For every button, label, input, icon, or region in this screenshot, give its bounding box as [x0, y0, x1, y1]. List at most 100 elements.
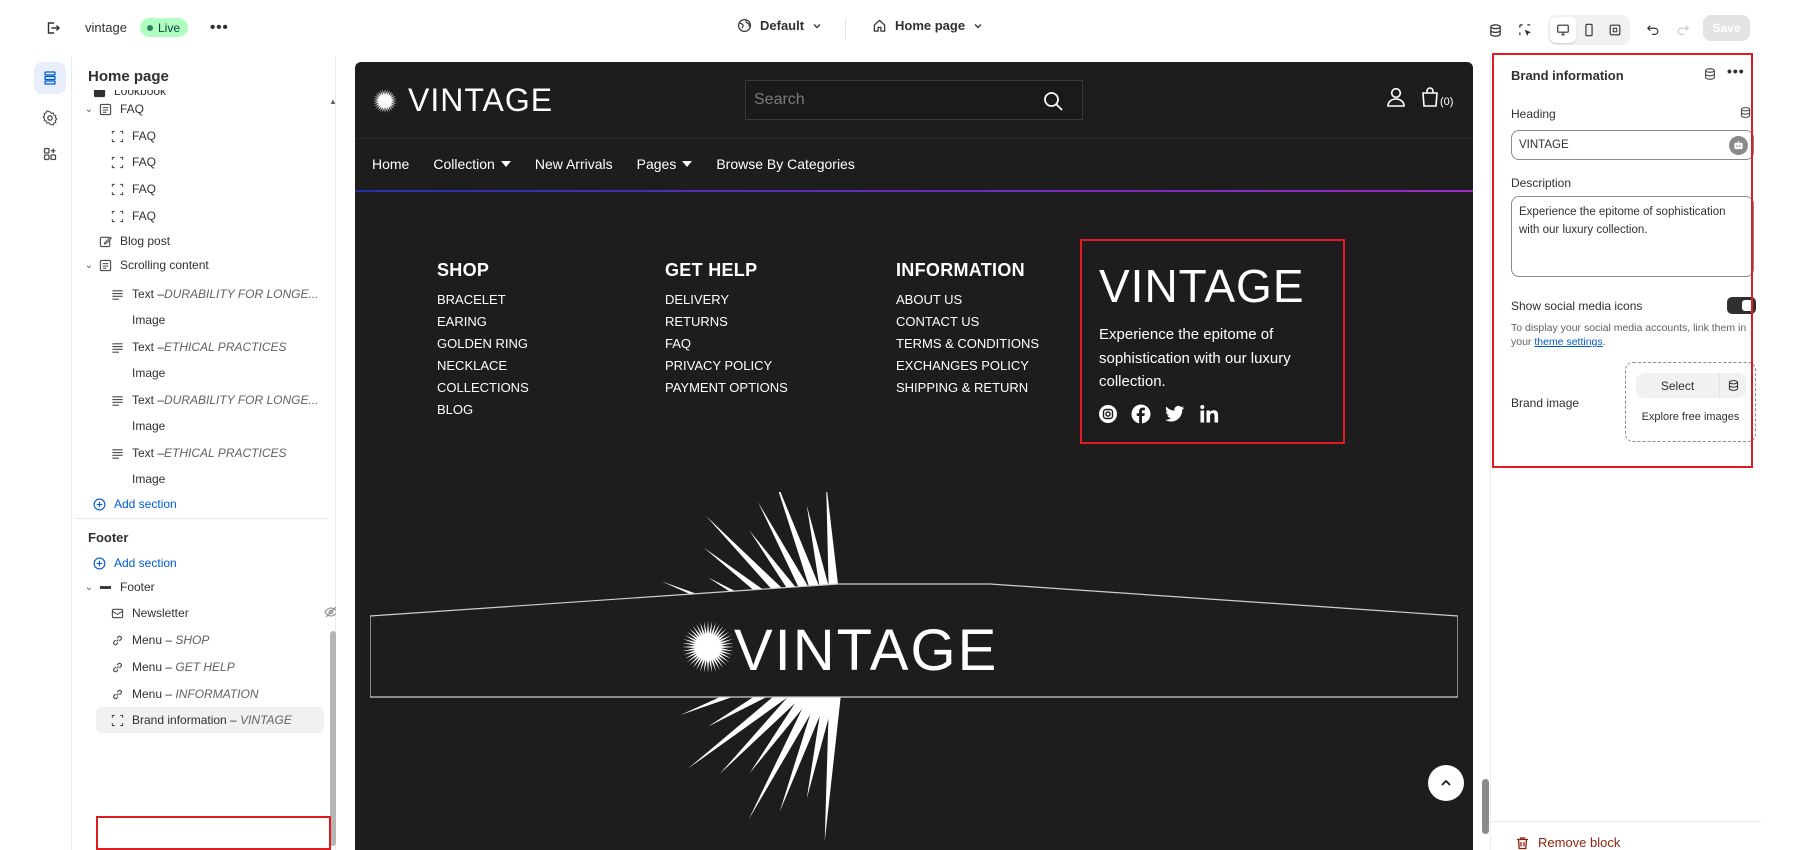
inspector-icon[interactable]: [1512, 17, 1538, 43]
footer-link[interactable]: EARING: [437, 311, 529, 333]
caret-down-icon: [500, 161, 511, 167]
tree-item-menu-information[interactable]: Menu – INFORMATION: [108, 681, 336, 707]
tree-item-image[interactable]: Image: [132, 360, 336, 386]
footer-link[interactable]: BRACELET: [437, 289, 529, 311]
theme-selector[interactable]: Default: [737, 18, 822, 33]
tree-item-label: FAQ: [132, 182, 157, 196]
link-icon: [108, 660, 126, 674]
footer-link[interactable]: ABOUT US: [896, 289, 1039, 311]
undo-icon[interactable]: [1640, 17, 1666, 43]
divider: [845, 18, 846, 40]
footer-link[interactable]: CONTACT US: [896, 311, 1039, 333]
left-rail: [30, 56, 72, 850]
nav-home[interactable]: Home: [372, 156, 409, 172]
page-label: Home page: [895, 18, 966, 33]
tree-item-label: Newsletter: [132, 606, 189, 620]
search-placeholder: Search: [754, 91, 805, 108]
chevron-down-icon[interactable]: ⌄: [82, 260, 96, 271]
store-name[interactable]: vintage: [85, 20, 127, 35]
tree-item-text-block[interactable]: Text – ETHICAL PRACTICES: [108, 334, 336, 360]
sections-icon[interactable]: [34, 62, 66, 94]
tree-item-image[interactable]: Image: [132, 466, 336, 492]
sidebar-scrollbar[interactable]: [330, 631, 336, 846]
tree-item-text-block[interactable]: Text – DURABILITY FOR LONGE...: [108, 281, 336, 307]
footer-link[interactable]: NECKLACE: [437, 355, 529, 377]
mobile-icon[interactable]: [1576, 17, 1602, 43]
nav-collection[interactable]: Collection: [433, 156, 511, 172]
logo-text: VINTAGE: [408, 82, 554, 118]
scroll-to-top-button[interactable]: [1428, 765, 1464, 801]
tree-item-label: Image: [132, 313, 166, 327]
edit-icon: [96, 234, 114, 248]
nav-pages[interactable]: Pages: [637, 156, 693, 172]
link-icon: [108, 687, 126, 701]
tree-item-brand-information[interactable]: Brand information – VINTAGE: [96, 707, 324, 733]
add-section-label: Add section: [114, 497, 177, 511]
tree-item-newsletter[interactable]: Newsletter: [108, 600, 336, 626]
more-actions-button[interactable]: •••: [210, 19, 229, 36]
tree-item-faq-section[interactable]: ⌄ FAQ: [82, 96, 332, 122]
plus-circle-icon: [90, 556, 108, 570]
exit-icon[interactable]: [43, 18, 63, 38]
tree-item-text-block[interactable]: Text – ETHICAL PRACTICES: [108, 440, 336, 466]
footer-link[interactable]: RETURNS: [665, 311, 788, 333]
footer-link[interactable]: PRIVACY POLICY: [665, 355, 788, 377]
footer-link[interactable]: BLOG: [437, 399, 529, 421]
footer-link[interactable]: GOLDEN RING: [437, 333, 529, 355]
tree-item-menu-shop[interactable]: Menu – SHOP: [108, 627, 336, 653]
tree-item-image[interactable]: Image: [132, 307, 336, 333]
chevron-down-icon[interactable]: ⌄: [82, 582, 96, 593]
footer-link[interactable]: PAYMENT OPTIONS: [665, 377, 788, 399]
tree-item-label: Blog post: [120, 234, 171, 248]
footer-link[interactable]: EXCHANGES POLICY: [896, 355, 1039, 377]
chevron-down-icon: [813, 23, 821, 28]
save-button[interactable]: Save: [1703, 15, 1750, 41]
text-icon: [108, 340, 126, 354]
nav-browse-by-categories[interactable]: Browse By Categories: [716, 156, 855, 172]
tree-item-footer[interactable]: ⌄ Footer: [82, 574, 332, 600]
store-logo[interactable]: VINTAGE: [372, 82, 553, 119]
tree-item-menu-get-help[interactable]: Menu – GET HELP: [108, 654, 336, 680]
page-selector[interactable]: Home page: [872, 18, 983, 33]
menu-heading: GET HELP: [665, 260, 758, 280]
footer-link[interactable]: TERMS & CONDITIONS: [896, 333, 1039, 355]
status-label: Live: [158, 20, 181, 35]
preview-scroll-thumb[interactable]: [1482, 779, 1489, 834]
tree-item-blog-post[interactable]: Blog post: [96, 228, 336, 254]
footer-link[interactable]: FAQ: [665, 333, 788, 355]
home-icon: [873, 19, 886, 32]
tree-item-label: Image: [132, 419, 166, 433]
account-icon[interactable]: [1385, 86, 1407, 111]
search-input[interactable]: Search: [745, 80, 1083, 120]
footer-link[interactable]: COLLECTIONS: [437, 377, 529, 399]
footer-link[interactable]: SHIPPING & RETURN: [896, 377, 1039, 399]
cart-button[interactable]: (0): [1420, 86, 1453, 108]
apps-icon[interactable]: [34, 138, 66, 170]
tree-item-faq-block[interactable]: FAQ: [108, 123, 336, 149]
chevron-down-icon[interactable]: ⌄: [82, 104, 96, 115]
fullscreen-icon[interactable]: [1602, 17, 1628, 43]
add-section-button[interactable]: Add section: [90, 491, 336, 517]
hidden-eye-icon[interactable]: [324, 605, 336, 622]
theme-preview: VINTAGE Search (0) Home Collection New A…: [355, 62, 1473, 850]
section-icon: [96, 258, 114, 272]
tree-item-image[interactable]: Image: [132, 413, 336, 439]
trash-icon: [1517, 836, 1528, 849]
preview-header: VINTAGE Search (0): [355, 62, 1473, 139]
tree-item-faq-block[interactable]: FAQ: [108, 203, 336, 229]
footer-link[interactable]: DELIVERY: [665, 289, 788, 311]
settings-icon[interactable]: [34, 102, 66, 134]
database-icon[interactable]: [1482, 17, 1508, 43]
tree-item-text-block[interactable]: Text – DURABILITY FOR LONGE...: [108, 387, 336, 413]
tree-item-sublabel: GET HELP: [175, 660, 235, 674]
tree-item-scrolling-content[interactable]: ⌄ Scrolling content: [82, 252, 332, 278]
desktop-icon[interactable]: [1550, 17, 1576, 43]
remove-block-button[interactable]: Remove block: [1516, 835, 1620, 850]
tree-item-faq-block[interactable]: FAQ: [108, 149, 336, 175]
nav-new-arrivals[interactable]: New Arrivals: [535, 156, 613, 172]
search-icon[interactable]: [1042, 90, 1064, 117]
footer-add-section-button[interactable]: Add section: [90, 550, 336, 576]
tree-item-faq-block[interactable]: FAQ: [108, 176, 336, 202]
tree-item-sublabel: DURABILITY FOR LONGE...: [164, 393, 319, 407]
redo-icon[interactable]: [1670, 17, 1696, 43]
